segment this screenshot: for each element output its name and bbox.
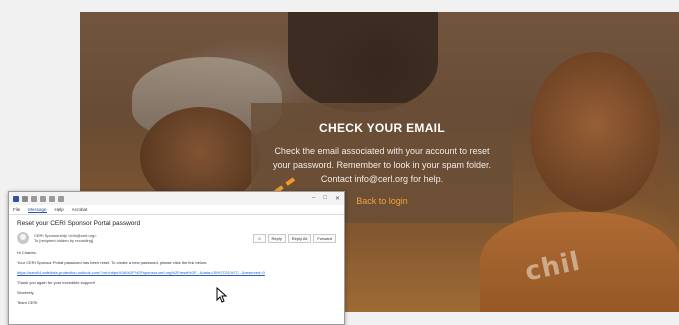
card-message: Check the email associated with your acc… [272, 146, 492, 184]
mail-line1: Your CERI Sponsor Portal password has be… [17, 260, 208, 265]
redo-icon[interactable] [40, 195, 46, 202]
reply-all-button[interactable]: Reply All [287, 233, 312, 243]
email-window: – □ ✕ File Message Help Acrobat Reset yo… [8, 191, 345, 325]
mail-actions: ☺ Reply Reply All Forward [253, 233, 336, 243]
ribbon-tab-acrobat[interactable]: Acrobat [72, 207, 88, 212]
sender-block: CERI Sponsorship <info@cerl.org> To [rec… [34, 233, 97, 243]
minimize-icon[interactable]: – [312, 195, 315, 202]
outlook-icon [13, 195, 19, 202]
mouse-cursor-icon [216, 287, 228, 303]
ribbon-tab-message[interactable]: Message [28, 207, 47, 213]
save-icon[interactable] [22, 195, 28, 202]
ribbon-tab-help[interactable]: Help [55, 207, 64, 212]
ribbon-tab-file[interactable]: File [13, 207, 20, 212]
emoji-button[interactable]: ☺ [253, 233, 266, 243]
up-icon[interactable] [49, 195, 55, 202]
mail-ribbon: File Message Help Acrobat [9, 205, 344, 215]
recipient: To [recipient hidden by recording] [34, 238, 93, 243]
mail-thanks: Thank you again for your incredible supp… [17, 280, 96, 285]
sender-row: CERI Sponsorship <info@cerl.org> To [rec… [9, 230, 344, 246]
mail-titlebar: – □ ✕ [9, 192, 344, 205]
mail-signoff: Sincerely, [17, 290, 35, 295]
avatar [17, 232, 29, 244]
card-title: CHECK YOUR EMAIL [319, 121, 445, 135]
mail-body: Hi Charles, Your CERI Sponsor Portal pas… [9, 246, 344, 306]
mail-subject: Reset your CERI Sponsor Portal password [17, 220, 141, 227]
reset-link[interactable]: https://nam04.safelinks.protection.outlo… [17, 270, 336, 276]
mail-greeting: Hi Charles, [17, 250, 37, 255]
undo-icon[interactable] [31, 195, 37, 202]
maximize-icon[interactable]: □ [323, 195, 327, 202]
mail-signature: Team CERI [17, 300, 38, 305]
close-icon[interactable]: ✕ [335, 195, 340, 202]
reply-button[interactable]: Reply [267, 233, 286, 243]
down-icon[interactable] [58, 195, 64, 202]
forward-button[interactable]: Forward [313, 233, 336, 243]
